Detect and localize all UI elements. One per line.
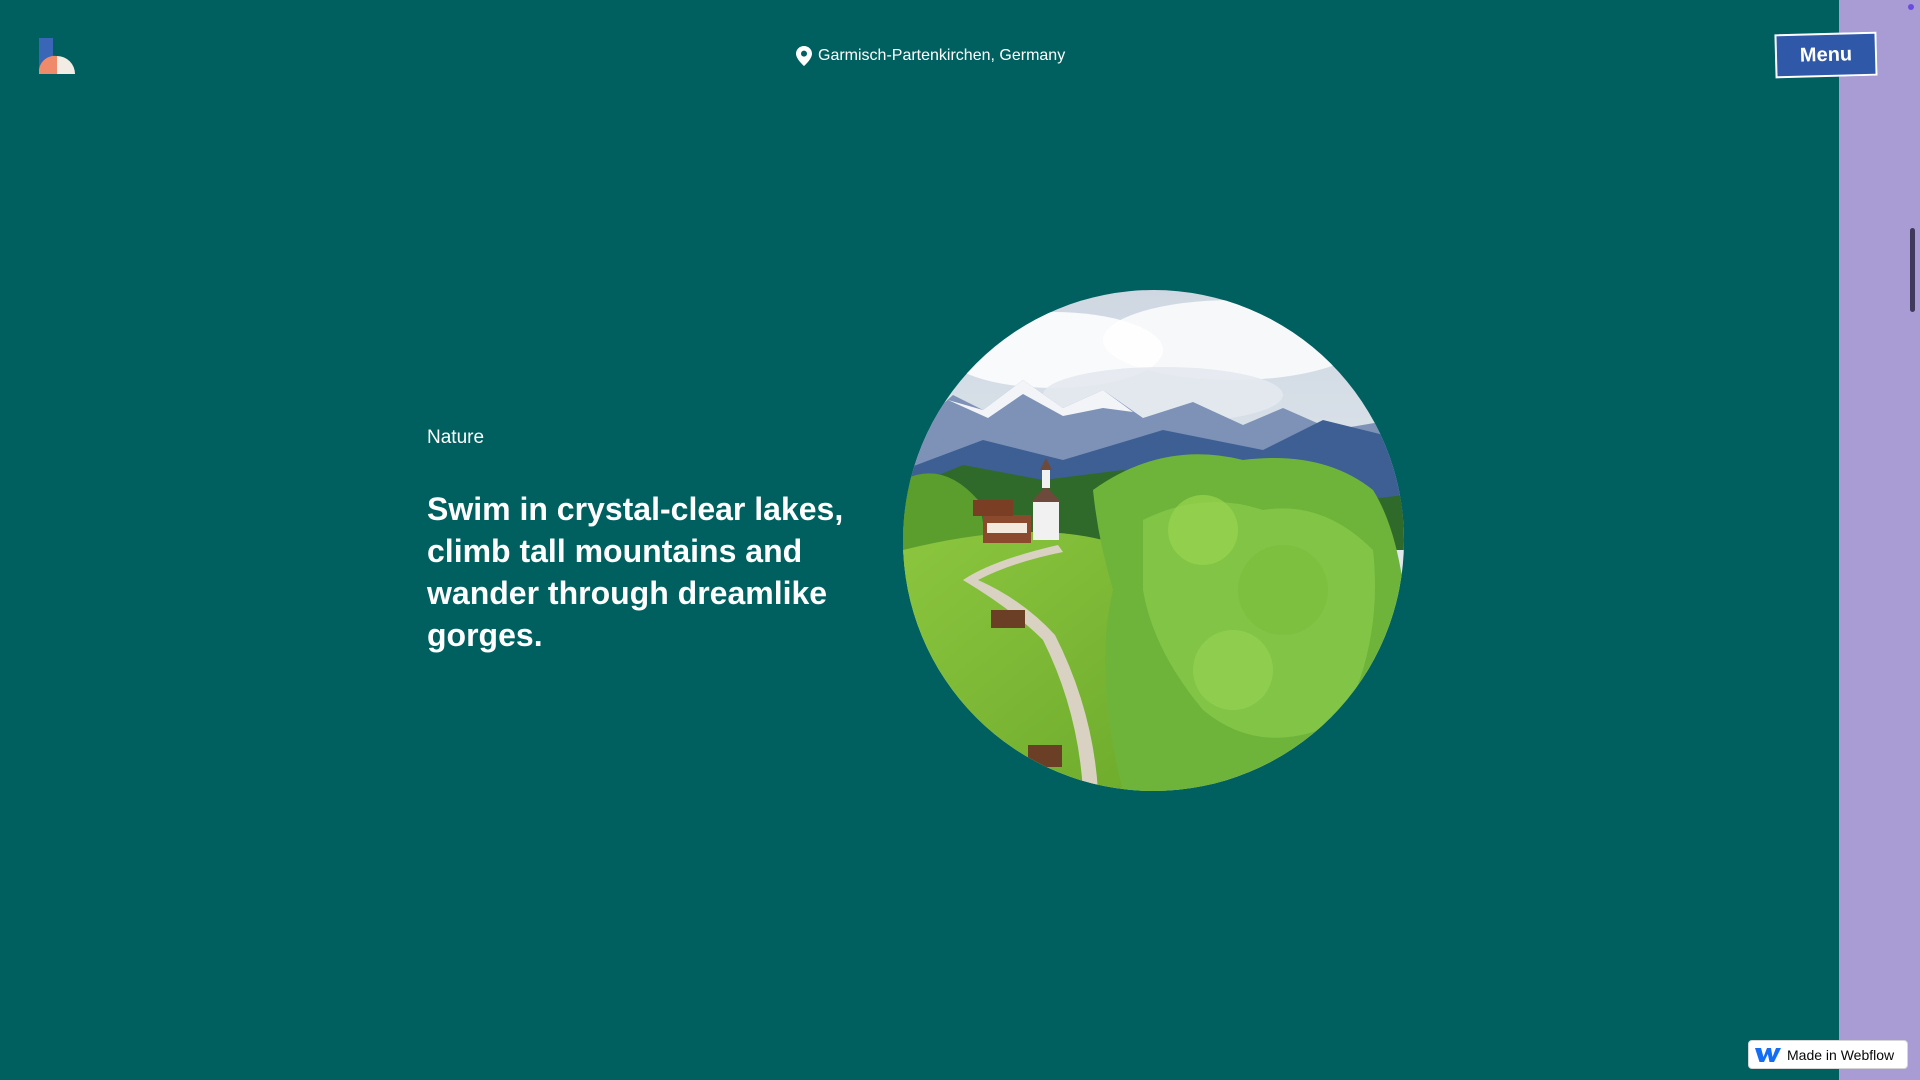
map-pin-icon bbox=[796, 46, 812, 66]
location-text: Garmisch-Partenkirchen, Germany bbox=[818, 47, 1066, 64]
made-in-webflow-label: Made in Webflow bbox=[1787, 1046, 1895, 1063]
category-label: Nature bbox=[427, 427, 485, 448]
side-panel bbox=[1839, 0, 1920, 1080]
webflow-logo-icon bbox=[1755, 1047, 1781, 1063]
corner-dot bbox=[1908, 4, 1914, 10]
location-label: Garmisch-Partenkirchen, Germany bbox=[796, 46, 1065, 66]
site-logo-icon[interactable] bbox=[38, 38, 76, 74]
headline: Swim in crystal-clear lakes, climb tall … bbox=[427, 491, 844, 653]
landscape-photo bbox=[903, 290, 1404, 791]
page: Garmisch-Partenkirchen, Germany Menu Nat… bbox=[0, 0, 1920, 1080]
made-in-webflow-badge[interactable]: Made in Webflow bbox=[1748, 1040, 1908, 1069]
menu-button[interactable]: Menu bbox=[1774, 31, 1878, 79]
scrollbar-thumb[interactable] bbox=[1910, 228, 1915, 312]
